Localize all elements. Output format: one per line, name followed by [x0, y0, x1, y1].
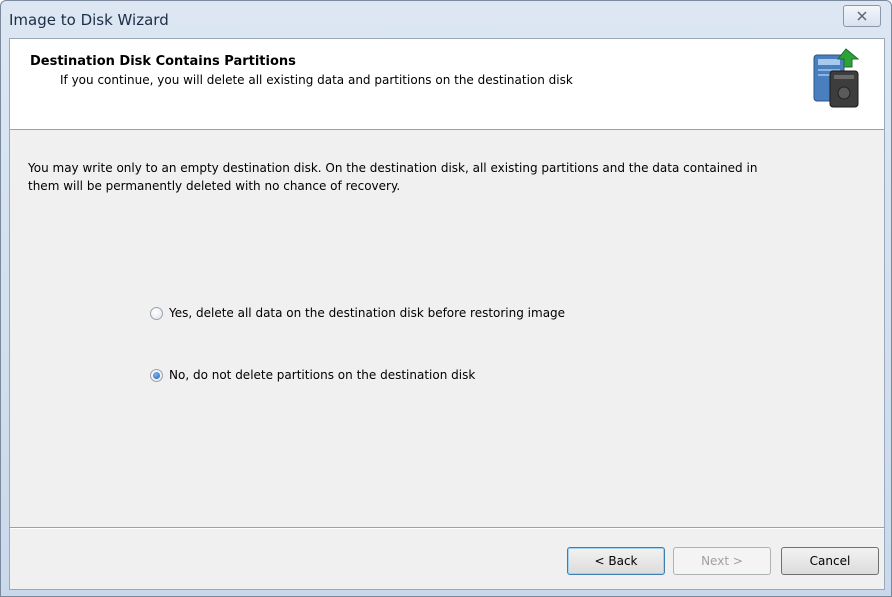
wizard-client-area: Destination Disk Contains Partitions If … [9, 38, 885, 590]
wizard-window: Image to Disk Wizard Destination Disk Co… [0, 0, 892, 597]
option-delete-label: Yes, delete all data on the destination … [169, 306, 566, 320]
window-title: Image to Disk Wizard [9, 11, 169, 29]
title-bar[interactable]: Image to Disk Wizard [1, 1, 891, 37]
close-x-icon [857, 11, 867, 21]
header-subtitle: If you continue, you will delete all exi… [60, 73, 573, 87]
option-keep-partitions[interactable]: No, do not delete partitions on the dest… [150, 368, 475, 382]
footer-separator [10, 527, 884, 529]
disk-image-icon [813, 48, 860, 108]
warning-message: You may write only to an empty destinati… [28, 161, 758, 193]
radio-button-delete[interactable] [150, 306, 163, 320]
cancel-button[interactable]: Cancel [781, 547, 879, 575]
option-keep-label: No, do not delete partitions on the dest… [169, 368, 476, 382]
option-delete-data[interactable]: Yes, delete all data on the destination … [150, 306, 565, 320]
back-button[interactable]: < Back [567, 547, 665, 575]
next-button[interactable]: Next > [673, 547, 771, 575]
wizard-header: Destination Disk Contains Partitions If … [10, 39, 884, 130]
radio-button-keep[interactable] [150, 368, 163, 382]
header-title: Destination Disk Contains Partitions [30, 54, 296, 69]
close-button[interactable] [843, 5, 881, 27]
